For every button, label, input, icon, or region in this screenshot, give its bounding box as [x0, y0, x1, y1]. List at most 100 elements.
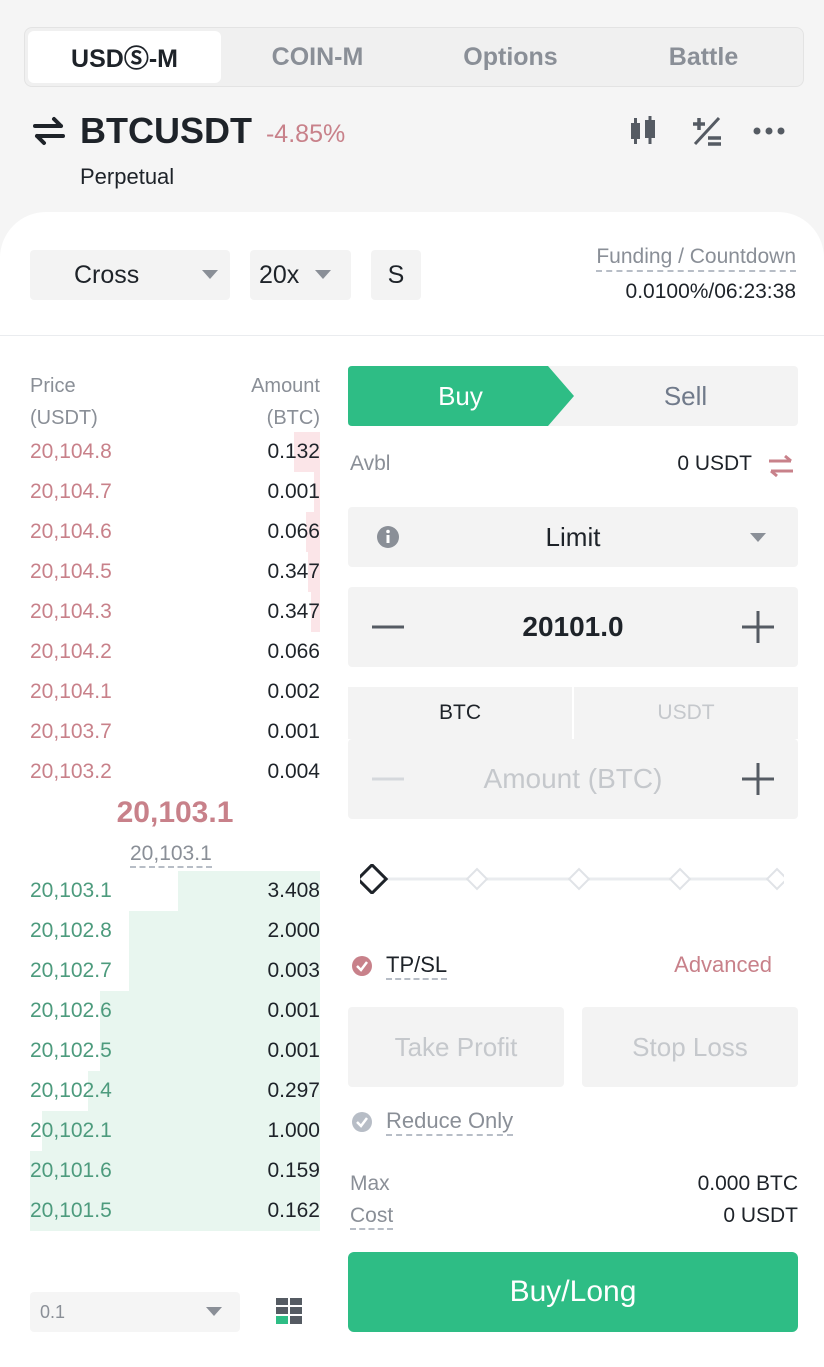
divider [0, 335, 824, 336]
ask-amount: 0.001 [267, 720, 320, 743]
amount-header-line2: (BTC) [266, 407, 320, 429]
bid-price: 20,102.7 [30, 959, 112, 982]
funding-label[interactable]: Funding / Countdown [596, 244, 796, 272]
advanced-link[interactable]: Advanced [674, 952, 772, 978]
checkbox-icon[interactable] [350, 1110, 374, 1134]
bid-row[interactable]: 20,102.1 1.000 [30, 1111, 320, 1151]
symbol-name[interactable]: BTCUSDT [80, 110, 252, 152]
ask-row[interactable]: 20,104.7 0.001 [30, 472, 320, 512]
take-profit-input[interactable]: Take Profit [348, 1007, 564, 1087]
minus-icon[interactable] [370, 609, 406, 645]
chevron-down-icon [315, 270, 331, 279]
bid-price: 20,101.5 [30, 1199, 112, 1222]
cost-label[interactable]: Cost [350, 1204, 394, 1230]
tab-coin-m[interactable]: COIN-M [221, 31, 414, 83]
bid-price: 20,103.1 [30, 879, 112, 902]
ask-price: 20,104.3 [30, 600, 112, 623]
bid-row[interactable]: 20,102.5 0.001 [30, 1031, 320, 1071]
plus-icon[interactable] [740, 761, 776, 797]
ask-price: 20,103.7 [30, 720, 112, 743]
trade-panel: Cross 20x S Funding / Countdown 0.0100%/… [0, 212, 824, 1367]
amount-header-line1: Amount [251, 375, 320, 397]
bid-price: 20,102.6 [30, 999, 112, 1022]
amount-slider[interactable] [360, 864, 784, 894]
bid-price: 20,102.8 [30, 919, 112, 942]
tab-options[interactable]: Options [414, 31, 607, 83]
ask-amount: 0.066 [267, 520, 320, 543]
swap-arrows-icon[interactable] [32, 114, 66, 148]
ask-amount: 0.001 [267, 480, 320, 503]
bid-row[interactable]: 20,102.4 0.297 [30, 1071, 320, 1111]
leverage-select[interactable]: 20x [250, 250, 351, 300]
mark-price[interactable]: 20,103.1 [130, 842, 212, 868]
ask-row[interactable]: 20,103.2 0.004 [30, 752, 320, 792]
last-price[interactable]: 20,103.1 [30, 796, 320, 830]
bid-price: 20,101.6 [30, 1159, 112, 1182]
position-mode-button[interactable]: S [371, 250, 421, 300]
buy-long-button[interactable]: Buy/Long [348, 1252, 798, 1332]
tpsl-label[interactable]: TP/SL [386, 952, 448, 980]
orderbook-layout-icon[interactable] [274, 1296, 304, 1326]
plus-minus-calculator-icon[interactable] [690, 114, 724, 148]
margin-mode-select[interactable]: Cross [30, 250, 230, 300]
leverage-value: 20x [259, 260, 300, 289]
info-icon[interactable] [376, 525, 400, 549]
checkbox-checked-icon[interactable] [350, 954, 374, 978]
price-input[interactable]: 20101.0 [348, 587, 798, 667]
chevron-down-icon [202, 270, 218, 279]
ask-price: 20,104.2 [30, 640, 112, 663]
plus-icon[interactable] [740, 609, 776, 645]
tab-usds-m[interactable]: USDⓈ-M [28, 31, 221, 83]
amount-header: Amount (BTC) [251, 370, 320, 434]
orderbook-header: Price (USDT) Amount (BTC) [30, 370, 320, 434]
reduce-only-label[interactable]: Reduce Only [386, 1108, 514, 1136]
bid-row[interactable]: 20,102.7 0.003 [30, 951, 320, 991]
ask-row[interactable]: 20,104.3 0.347 [30, 592, 320, 632]
ask-row[interactable]: 20,104.5 0.347 [30, 552, 320, 592]
position-mode-value: S [387, 260, 405, 289]
chevron-down-icon [206, 1307, 222, 1316]
ask-row[interactable]: 20,104.2 0.066 [30, 632, 320, 672]
sell-tab[interactable]: Sell [573, 366, 798, 426]
bid-amount: 3.408 [267, 879, 320, 902]
price-change: -4.85% [265, 119, 346, 148]
ask-amount: 0.347 [267, 560, 320, 583]
buy-tab[interactable]: Buy [348, 366, 573, 426]
bid-row[interactable]: 20,101.6 0.159 [30, 1151, 320, 1191]
candlestick-chart-icon[interactable] [628, 114, 662, 148]
ask-row[interactable]: 20,104.8 0.132 [30, 432, 320, 472]
bid-amount: 0.001 [267, 999, 320, 1022]
chevron-down-icon [750, 533, 766, 542]
bid-amount: 0.297 [267, 1079, 320, 1102]
stop-loss-input[interactable]: Stop Loss [582, 1007, 798, 1087]
transfer-icon[interactable] [766, 452, 796, 480]
order-type-select[interactable]: Limit [348, 507, 798, 567]
bid-row[interactable]: 20,101.5 0.162 [30, 1191, 320, 1231]
ask-amount: 0.132 [267, 440, 320, 463]
unit-tab-btc[interactable]: BTC [348, 687, 572, 739]
minus-icon[interactable] [370, 761, 406, 797]
ask-amount: 0.347 [267, 600, 320, 623]
ask-price: 20,104.7 [30, 480, 112, 503]
more-icon[interactable] [752, 114, 786, 148]
unit-tabs: BTC USDT [348, 687, 798, 739]
price-value[interactable]: 20101.0 [522, 611, 623, 643]
symbol-selector[interactable]: BTCUSDT -4.85% [32, 110, 345, 152]
amount-input[interactable]: Amount (BTC) [348, 739, 798, 819]
bid-row[interactable]: 20,102.6 0.001 [30, 991, 320, 1031]
ask-amount: 0.066 [267, 640, 320, 663]
ask-price: 20,103.2 [30, 760, 112, 783]
ask-row[interactable]: 20,104.6 0.066 [30, 512, 320, 552]
bid-amount: 0.003 [267, 959, 320, 982]
tab-battle[interactable]: Battle [607, 31, 800, 83]
bid-price: 20,102.5 [30, 1039, 112, 1062]
ask-row[interactable]: 20,103.7 0.001 [30, 712, 320, 752]
bid-row[interactable]: 20,103.1 3.408 [30, 871, 320, 911]
ask-row[interactable]: 20,104.1 0.002 [30, 672, 320, 712]
bid-price: 20,102.4 [30, 1079, 112, 1102]
bid-row[interactable]: 20,102.8 2.000 [30, 911, 320, 951]
precision-select[interactable]: 0.1 [30, 1292, 240, 1332]
order-type-value: Limit [545, 521, 601, 552]
cost-value: 0 USDT [723, 1204, 798, 1227]
unit-tab-usdt[interactable]: USDT [574, 687, 798, 739]
